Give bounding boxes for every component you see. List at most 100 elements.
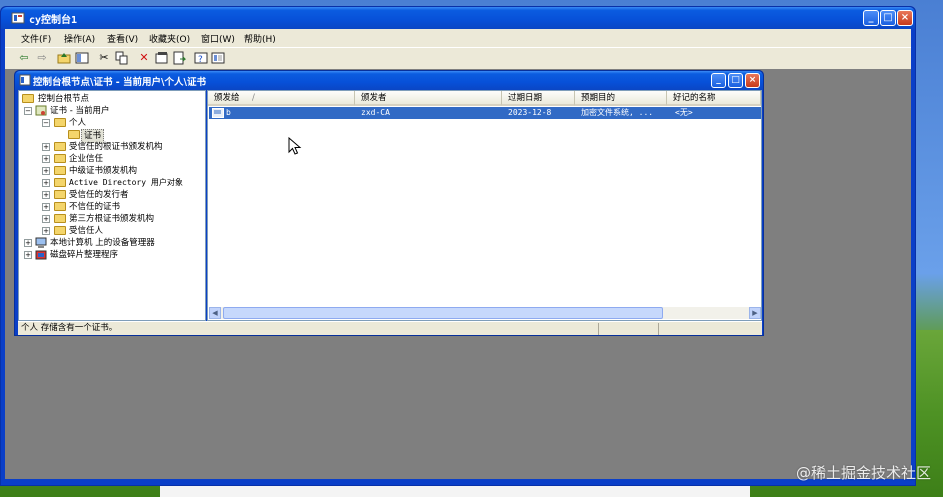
status-bar: 个人 存储含有一个证书。 xyxy=(18,321,762,335)
scrollbar-thumb[interactable] xyxy=(223,307,663,319)
menu-action[interactable]: 操作(A) xyxy=(64,32,95,45)
expand-icon[interactable]: + xyxy=(42,155,50,163)
status-divider xyxy=(658,323,659,335)
computer-icon xyxy=(35,237,47,248)
console-tree: 控制台根节点 − 证书 - 当前用户 − 个人 证书 + 受信任的根证书颁发机构… xyxy=(18,90,206,321)
expand-icon[interactable]: + xyxy=(42,191,50,199)
folder-icon xyxy=(22,94,34,103)
tree-label-trusted-people: 受信任人 xyxy=(69,226,104,236)
window-title: cy控制台1 xyxy=(29,15,78,26)
column-header-issued-by[interactable]: 颁发者 xyxy=(355,91,502,106)
help-topics-icon[interactable] xyxy=(211,51,225,65)
column-label-expiry: 过期日期 xyxy=(508,93,543,103)
tree-label-ad-user-object: Active Directory 用户对象 xyxy=(69,178,183,187)
mouse-cursor-icon xyxy=(288,137,302,155)
folder-icon xyxy=(54,166,66,175)
properties-icon[interactable] xyxy=(155,51,169,65)
watermark: @稀土掘金技术社区 xyxy=(795,464,931,482)
scroll-left-icon[interactable]: ◀ xyxy=(209,307,221,319)
collapse-icon[interactable]: − xyxy=(42,119,50,127)
expand-icon[interactable]: + xyxy=(42,167,50,175)
column-label-friendly-name: 好记的名称 xyxy=(673,93,716,103)
status-divider xyxy=(598,323,599,335)
folder-icon xyxy=(54,190,66,199)
column-header-purpose[interactable]: 预期目的 xyxy=(575,91,667,106)
maximize-button[interactable]: □ xyxy=(880,10,896,26)
cell-issued-to: b xyxy=(226,108,231,117)
menu-file[interactable]: 文件(F) xyxy=(21,32,51,45)
title-bar[interactable]: cy控制台1 _ □ × xyxy=(1,7,915,29)
certificate-list-view: 颁发给 / 颁发者 过期日期 预期目的 好记的名称 b zxd-CA 2023-… xyxy=(207,90,762,321)
expand-icon[interactable]: + xyxy=(24,251,32,259)
minimize-button[interactable]: _ xyxy=(863,10,879,26)
expand-icon[interactable]: + xyxy=(42,227,50,235)
tree-label-defrag: 磁盘碎片整理程序 xyxy=(50,250,119,260)
child-close-button[interactable]: × xyxy=(745,73,760,88)
export-list-icon[interactable] xyxy=(172,51,187,65)
collapse-icon[interactable]: − xyxy=(24,107,32,115)
folder-icon xyxy=(54,178,66,187)
forward-arrow-icon[interactable]: ⇨ xyxy=(35,51,49,65)
table-row[interactable]: b zxd-CA 2023-12-8 加密文件系统, ... <无> xyxy=(209,107,761,119)
folder-open-icon xyxy=(54,118,66,127)
column-header-expiry[interactable]: 过期日期 xyxy=(502,91,575,106)
cut-icon[interactable]: ✂ xyxy=(97,51,111,65)
tree-label-trusted-root: 受信任的根证书颁发机构 xyxy=(69,142,163,152)
child-window-title: 控制台根节点\证书 - 当前用户\个人\证书 xyxy=(33,77,206,88)
scroll-right-icon[interactable]: ▶ xyxy=(749,307,761,319)
column-label-issued-by: 颁发者 xyxy=(361,93,387,103)
cell-expiry: 2023-12-8 xyxy=(508,108,552,117)
tree-label-intermediate: 中级证书颁发机构 xyxy=(69,166,138,176)
delete-icon[interactable]: ✕ xyxy=(137,51,151,65)
defrag-icon xyxy=(35,250,47,260)
expand-icon[interactable]: + xyxy=(42,143,50,151)
expand-icon[interactable]: + xyxy=(42,179,50,187)
svg-text:?: ? xyxy=(198,55,203,65)
show-hide-tree-icon[interactable] xyxy=(75,51,89,65)
column-header-issued-to[interactable]: 颁发给 / xyxy=(208,91,355,106)
toolbar: ⇦ ⇨ ✂ ✕ ? xyxy=(5,47,911,69)
tree-label-third-party-root: 第三方根证书颁发机构 xyxy=(69,214,155,224)
up-folder-icon[interactable] xyxy=(57,51,71,65)
folder-icon xyxy=(54,154,66,163)
column-label-purpose: 预期目的 xyxy=(581,93,616,103)
child-window-icon xyxy=(19,74,31,86)
back-arrow-icon[interactable]: ⇦ xyxy=(17,51,31,65)
folder-icon xyxy=(54,214,66,223)
tree-label-root: 控制台根节点 xyxy=(38,94,90,104)
menu-view[interactable]: 查看(V) xyxy=(107,32,138,45)
folder-icon xyxy=(54,202,66,211)
cell-friendly-name: <无> xyxy=(675,108,693,117)
child-minimize-button[interactable]: _ xyxy=(711,73,726,88)
tree-label-enterprise-trust: 企业信任 xyxy=(69,154,104,164)
tree-label-certs-current-user: 证书 - 当前用户 xyxy=(50,106,110,116)
certificate-store-icon xyxy=(35,105,47,116)
tree-label-device-manager: 本地计算机 上的设备管理器 xyxy=(50,238,155,248)
cell-issued-by: zxd-CA xyxy=(361,108,390,117)
menu-window[interactable]: 窗口(W) xyxy=(201,32,235,45)
mmc-app-icon xyxy=(11,12,25,24)
expand-icon[interactable]: + xyxy=(42,203,50,211)
menu-bar: 文件(F) 操作(A) 查看(V) 收藏夹(O) 窗口(W) 帮助(H) xyxy=(5,29,911,47)
folder-icon xyxy=(54,226,66,235)
column-header-friendly-name[interactable]: 好记的名称 xyxy=(667,91,761,106)
child-title-bar[interactable]: 控制台根节点\证书 - 当前用户\个人\证书 _ □ × xyxy=(15,71,763,90)
certificates-child-window: 控制台根节点\证书 - 当前用户\个人\证书 _ □ × 控制台根节点 − 证书… xyxy=(14,70,764,336)
column-label-issued-to: 颁发给 xyxy=(214,93,240,103)
tree-label-untrusted: 不信任的证书 xyxy=(69,202,121,212)
copy-icon[interactable] xyxy=(115,51,129,65)
horizontal-scrollbar[interactable]: ◀ ▶ xyxy=(209,307,761,319)
tree-label-personal: 个人 xyxy=(69,118,87,128)
cell-purpose: 加密文件系统, ... xyxy=(581,108,654,117)
tree-label-trusted-publishers: 受信任的发行者 xyxy=(69,190,129,200)
status-text: 个人 存储含有一个证书。 xyxy=(21,323,118,333)
menu-help[interactable]: 帮助(H) xyxy=(244,32,276,45)
sort-indicator: / xyxy=(252,93,255,103)
child-maximize-button[interactable]: □ xyxy=(728,73,743,88)
help-icon[interactable]: ? xyxy=(194,51,208,65)
folder-open-icon xyxy=(68,130,80,139)
close-button[interactable]: × xyxy=(897,10,913,26)
expand-icon[interactable]: + xyxy=(42,215,50,223)
menu-favorites[interactable]: 收藏夹(O) xyxy=(149,32,190,45)
expand-icon[interactable]: + xyxy=(24,239,32,247)
